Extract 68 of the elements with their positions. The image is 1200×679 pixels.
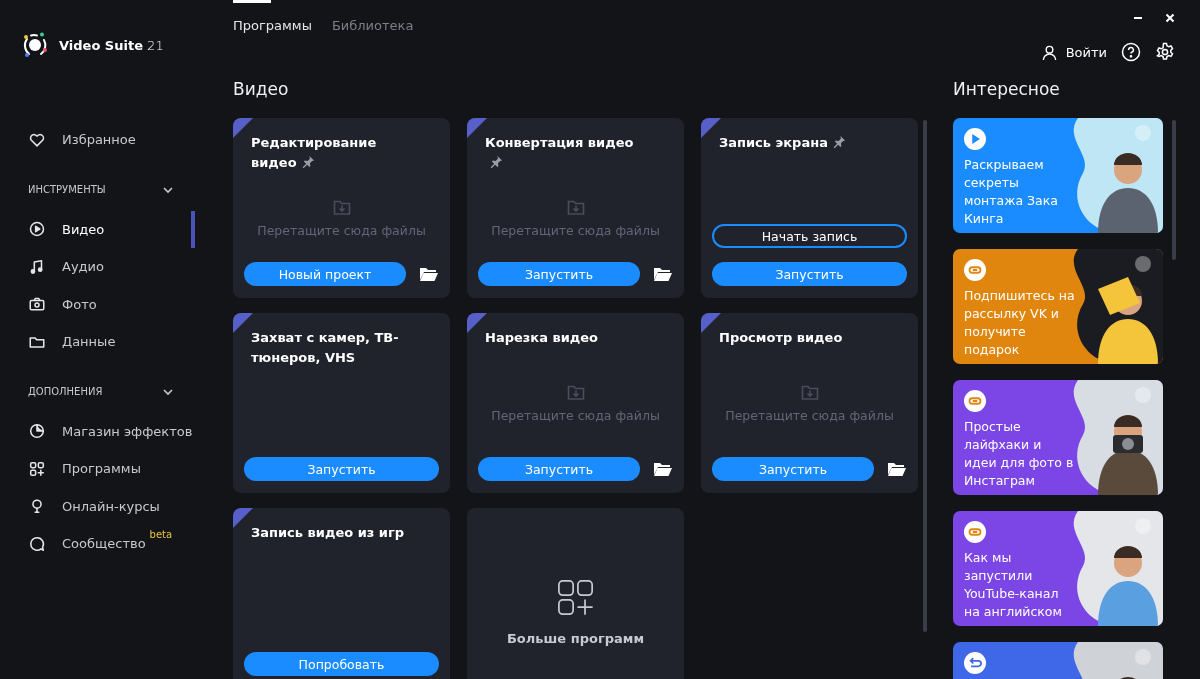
card-title: Конвертация видео — [478, 133, 673, 173]
promo-text: Раскрываем секреты монтажа Зака Кинга — [964, 156, 1059, 228]
promo-text: Подпишитесь на рассылку VK и получите подарок — [964, 287, 1076, 359]
login-button[interactable]: Войти — [1040, 43, 1107, 61]
logo-icon — [21, 31, 49, 59]
promo-card[interactable]: Как мы запустили YouTube-канал на английском — [953, 511, 1163, 626]
sidebar-item[interactable]: Фото — [0, 285, 195, 323]
sidebar-item[interactable]: Аудио — [0, 248, 195, 286]
sidebar-item[interactable]: Программы — [0, 450, 195, 488]
app-name: Video Suite 21 — [59, 37, 164, 53]
section-title: ДОПОЛНЕНИЯ — [28, 386, 103, 397]
help-icon[interactable] — [1121, 42, 1141, 62]
corner-triangle-icon — [701, 313, 721, 333]
card-title: Просмотр видео — [718, 329, 844, 347]
person-icon — [1040, 43, 1058, 61]
close-icon[interactable] — [1165, 13, 1175, 23]
section-heading: Интересное — [953, 78, 1061, 101]
drop-hint: Перетащите сюда файлы — [725, 408, 894, 423]
apps-icon — [28, 459, 46, 478]
card-title: Нарезка видео — [484, 329, 600, 347]
tab[interactable]: Программы — [233, 0, 312, 36]
section-heading: Видео — [233, 78, 290, 101]
card-title: Запись экрана — [712, 133, 907, 153]
link-icon — [964, 521, 986, 543]
play-circle-icon — [28, 220, 46, 239]
settings-icon[interactable] — [1155, 42, 1175, 62]
pin-icon[interactable] — [832, 135, 846, 148]
play-icon — [964, 128, 986, 150]
link-icon — [964, 259, 986, 281]
corner-triangle-icon — [233, 313, 253, 333]
folder-icon[interactable] — [653, 266, 673, 282]
camera-icon — [28, 295, 46, 314]
drop-hint: Перетащите сюда файлы — [491, 408, 660, 423]
pin-icon[interactable] — [490, 155, 503, 168]
tab[interactable]: Библиотека — [331, 0, 414, 36]
link-icon — [964, 390, 986, 412]
sidebar-item[interactable]: Сообщество $^{beta}$ — [0, 525, 195, 563]
folder-icon[interactable] — [653, 461, 673, 477]
drop-hint: Перетащите сюда файлы — [491, 223, 660, 238]
corner-triangle-icon — [233, 118, 253, 138]
corner-triangle-icon — [701, 118, 721, 138]
card-title: Захват с камер, ТВ-тюнеров, VHS — [250, 329, 400, 367]
more-programs-card[interactable]: Больше программ — [467, 508, 684, 679]
sidebar-item[interactable]: Избранное — [0, 121, 195, 159]
promo-text: Простые лайфхаки и идеи для фото в Инстаграм — [964, 418, 1075, 490]
chat-bubble-icon — [28, 534, 46, 553]
pin-icon[interactable] — [301, 155, 315, 168]
scrollbar-thumb[interactable] — [1172, 120, 1176, 260]
corner-triangle-icon — [467, 118, 487, 138]
card-title: Редактирование видео — [250, 134, 378, 172]
section-title: ИНСТРУМЕНТЫ — [28, 184, 106, 195]
sidebar-item[interactable]: Онлайн-курсы — [0, 487, 195, 525]
scrollbar-thumb[interactable] — [923, 120, 927, 632]
sidebar-item[interactable]: Магазин эффектов — [0, 412, 195, 450]
drop-hint: Перетащите сюда файлы — [257, 223, 426, 238]
sidebar-item[interactable]: Данные — [0, 323, 195, 361]
sidebar-item[interactable]: Видео — [0, 210, 195, 248]
promo-card[interactable]: Простые лайфхаки и идеи для фото в Инстаграм — [953, 380, 1163, 495]
promo-text: Как мы запустили YouTube-канал на английском — [964, 549, 1063, 621]
corner-triangle-icon — [233, 508, 253, 528]
record-button[interactable]: Начать запись — [712, 224, 907, 248]
card-title: Больше программ — [506, 630, 645, 646]
folder-icon[interactable] — [887, 461, 907, 477]
folder-icon[interactable] — [419, 266, 439, 282]
corner-triangle-icon — [467, 313, 487, 333]
apps-icon — [556, 578, 595, 617]
pie-icon — [28, 422, 46, 441]
card-title: Запись видео из игр — [250, 524, 406, 542]
